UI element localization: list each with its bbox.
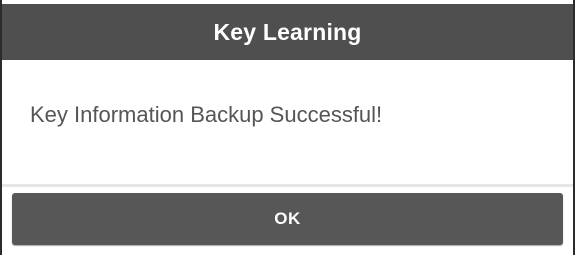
dialog-divider	[2, 184, 573, 187]
dialog-message: Key Information Backup Successful!	[30, 102, 383, 127]
dialog-message-area: Key Information Backup Successful!	[2, 60, 573, 180]
ok-button[interactable]: OK	[12, 193, 563, 245]
ok-button-label: OK	[274, 209, 301, 228]
dialog-title-bar: Key Learning	[2, 4, 573, 60]
key-learning-dialog: Key Learning Key Information Backup Succ…	[0, 0, 575, 255]
dialog-title: Key Learning	[213, 18, 362, 45]
